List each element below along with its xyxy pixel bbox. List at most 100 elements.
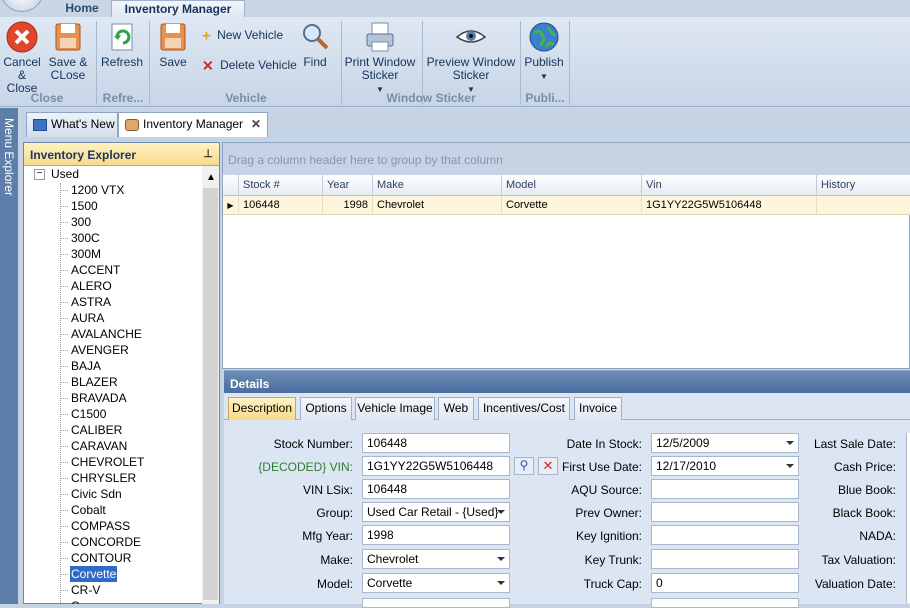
tree-item[interactable]: AVENGER (70, 342, 130, 358)
save-icon (160, 23, 186, 51)
tree-item[interactable]: ASTRA (70, 294, 112, 310)
tree-item[interactable]: C1500 (70, 406, 107, 422)
pin-icon[interactable]: ⊥ (203, 147, 213, 160)
tree-item[interactable]: CONCORDE (70, 534, 142, 550)
group-select[interactable]: Used Car Retail - {Used} (362, 502, 510, 522)
cell-make[interactable]: Chevrolet (373, 196, 502, 215)
print-window-sticker-button[interactable]: Print Window Sticker ▼ (344, 21, 416, 96)
tab-inventory-manager-label: Inventory Manager (143, 117, 244, 131)
first-use-date-value: 12/17/2010 (656, 459, 717, 473)
tree-item[interactable]: CALIBER (70, 422, 123, 438)
ribbon-tab-home[interactable]: Home (56, 0, 108, 17)
collapse-toggle-icon[interactable]: − (34, 169, 45, 180)
mfg-year-field[interactable]: 1998 (362, 525, 510, 545)
tree-item[interactable]: C... (70, 598, 91, 604)
key-trunk-field[interactable] (651, 549, 799, 569)
tree-item[interactable]: BAJA (70, 358, 102, 374)
vin-field[interactable]: 1G1YY22G5W5106448 (362, 456, 510, 476)
date-in-stock-label: Date In Stock: (566, 437, 642, 451)
cell-stock[interactable]: 106448 (239, 196, 323, 215)
print-window-sticker-label: Print Window Sticker (344, 55, 416, 82)
tree-item[interactable]: CHEVROLET (70, 454, 145, 470)
refresh-button[interactable]: Refresh (100, 21, 144, 69)
cell-year[interactable]: 1998 (323, 196, 373, 215)
tab-incentives-cost[interactable]: Incentives/Cost (478, 397, 570, 420)
eye-icon (455, 30, 487, 43)
tab-description[interactable]: Description (228, 397, 296, 420)
tab-vehicle-image[interactable]: Vehicle Image (355, 397, 435, 420)
preview-window-sticker-button[interactable]: Preview Window Sticker ▼ (426, 21, 516, 96)
tree-item[interactable]: BRAVADA (70, 390, 128, 406)
tree-item[interactable]: ALERO (70, 278, 113, 294)
cell-history[interactable] (817, 196, 910, 215)
save-button[interactable]: Save (154, 21, 192, 69)
tree-item[interactable]: AURA (70, 310, 105, 326)
explorer-scrollbar[interactable]: ▲ (202, 166, 219, 604)
tree-item[interactable]: CHRYSLER (70, 470, 137, 486)
cell-vin[interactable]: 1G1YY22G5W5106448 (642, 196, 817, 215)
tree-root-used[interactable]: Used (50, 166, 80, 182)
table-row[interactable]: ▶ 106448 1998 Chevrolet Corvette 1G1YY22… (223, 196, 910, 215)
tree-item[interactable]: Civic Sdn (70, 486, 123, 502)
tree-item[interactable]: CONTOUR (70, 550, 132, 566)
scroll-up-icon[interactable]: ▲ (206, 172, 216, 183)
scrollbar-thumb[interactable] (203, 188, 218, 600)
ribbon-tab-inventory-manager[interactable]: Inventory Manager (111, 0, 245, 17)
prev-owner-field[interactable] (651, 502, 799, 522)
menu-explorer-strip[interactable]: Menu Explorer (0, 108, 18, 604)
tree-connector (61, 382, 68, 383)
tree-item[interactable]: ACCENT (70, 262, 121, 278)
tree-item[interactable]: 300 (70, 214, 92, 230)
model-select[interactable]: Corvette (362, 573, 510, 593)
decoded-vin-label: {DECODED} VIN: (258, 460, 353, 474)
make-select[interactable]: Chevrolet (362, 549, 510, 569)
truck-cap-field[interactable]: 0 (651, 573, 799, 593)
column-header-year[interactable]: Year (323, 175, 373, 196)
column-header-history[interactable]: History (817, 175, 910, 196)
group-label-publish: Publi... (525, 91, 565, 105)
cost-field[interactable] (651, 598, 799, 608)
make-value: Chevrolet (367, 552, 419, 566)
tree-item[interactable]: COMPASS (70, 518, 131, 534)
find-button[interactable]: Find (297, 21, 333, 69)
tab-web[interactable]: Web (438, 397, 474, 420)
tree-item[interactable]: 1500 (70, 198, 99, 214)
model-code-field[interactable] (362, 598, 510, 608)
aqu-source-field[interactable] (651, 479, 799, 499)
delete-vehicle-button[interactable]: ✕ Delete Vehicle (202, 58, 297, 75)
new-vehicle-button[interactable]: + New Vehicle (202, 28, 283, 45)
column-header-make[interactable]: Make (373, 175, 502, 196)
tree-item[interactable]: 300C (70, 230, 101, 246)
cancel-close-button[interactable]: Cancel & Close (2, 21, 42, 95)
cell-model[interactable]: Corvette (502, 196, 642, 215)
publish-button[interactable]: Publish ▼ (523, 21, 565, 83)
tree-item[interactable]: Cobalt (70, 502, 107, 518)
aqu-source-label: AQU Source: (571, 483, 642, 497)
tree-item[interactable]: CR-V (70, 582, 101, 598)
stock-number-field[interactable]: 106448 (362, 433, 510, 453)
save-close-button[interactable]: Save & CLose (46, 21, 90, 82)
date-in-stock-field[interactable]: 12/5/2009 (651, 433, 799, 453)
tab-whats-new[interactable]: What's New (26, 112, 118, 137)
column-header-model[interactable]: Model (502, 175, 642, 196)
tab-options[interactable]: Options (300, 397, 352, 420)
tree-item[interactable]: 1200 VTX (70, 182, 125, 198)
tree-item[interactable]: AVALANCHE (70, 326, 143, 342)
details-header: Details (224, 371, 910, 393)
vin-lsix-field[interactable]: 106448 (362, 479, 510, 499)
key-ignition-field[interactable] (651, 525, 799, 545)
tab-invoice[interactable]: Invoice (574, 397, 622, 420)
group-by-panel[interactable]: Drag a column header here to group by th… (223, 143, 910, 175)
tree-item[interactable]: CARAVAN (70, 438, 128, 454)
tree-connector (61, 398, 68, 399)
tree-item[interactable]: 300M (70, 246, 102, 262)
close-tab-icon[interactable]: ✕ (251, 113, 261, 136)
delete-vehicle-label: Delete Vehicle (220, 58, 297, 72)
tree-item[interactable]: Corvette (70, 566, 118, 582)
first-use-date-field[interactable]: 12/17/2010 (651, 456, 799, 476)
tree-item[interactable]: BLAZER (70, 374, 119, 390)
column-header-vin[interactable]: Vin (642, 175, 817, 196)
tree-connector (61, 286, 68, 287)
tab-inventory-manager[interactable]: Inventory Manager ✕ (118, 112, 268, 137)
column-header-stock[interactable]: Stock # (239, 175, 323, 196)
